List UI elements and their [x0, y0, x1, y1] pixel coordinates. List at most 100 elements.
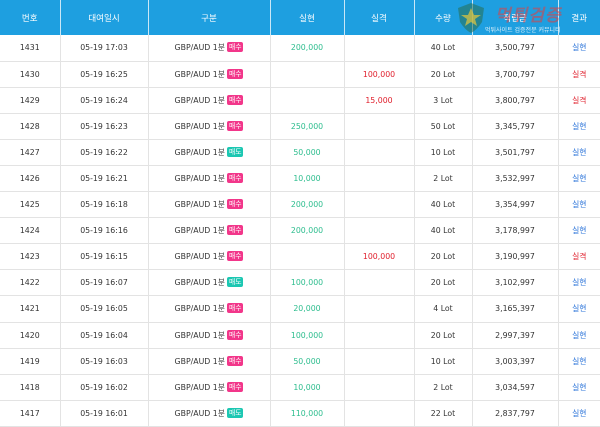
header-amount: 적립금	[472, 0, 559, 35]
row-pair: GBP/AUD 1분	[174, 408, 225, 418]
row-win: 200,000	[270, 191, 345, 219]
row-amount: 2,997,397	[472, 322, 559, 349]
row-quantity: 20 Lot	[414, 269, 473, 297]
row-type: GBP/AUD 1분 매수	[148, 243, 271, 271]
row-result: 실격	[558, 61, 600, 88]
row-pair: GBP/AUD 1분	[174, 226, 225, 236]
direction-badge: 매수	[226, 120, 244, 131]
row-number: 1418	[0, 374, 61, 401]
row-number: 1429	[0, 87, 61, 114]
table-row: 1423 05-19 16:15 GBP/AUD 1분 매수 100,000 20 Lot…	[0, 243, 600, 271]
table-row: 1422 05-19 16:07 GBP/AUD 1분 매도 100,000 20 Lot…	[0, 269, 600, 297]
direction-badge: 매수	[226, 251, 244, 262]
direction-badge: 매수	[226, 199, 244, 210]
row-pair: GBP/AUD 1분	[174, 43, 225, 53]
row-pair: GBP/AUD 1분	[174, 330, 225, 340]
row-loss	[344, 348, 415, 375]
table-row: 1426 05-19 16:21 GBP/AUD 1분 매수 10,000 2 Lot 3,…	[0, 165, 600, 193]
row-pair: GBP/AUD 1분	[174, 174, 225, 184]
row-win: 250,000	[270, 113, 345, 140]
row-quantity: 40 Lot	[414, 191, 473, 219]
header-datetime: 대여일시	[60, 0, 149, 35]
row-number: 1423	[0, 243, 61, 271]
row-type: GBP/AUD 1분 매도	[148, 400, 271, 427]
row-result: 실현	[558, 295, 600, 323]
row-number: 1422	[0, 269, 61, 297]
row-number: 1426	[0, 165, 61, 193]
row-quantity: 40 Lot	[414, 35, 473, 62]
row-loss	[344, 322, 415, 349]
row-amount: 3,003,397	[472, 348, 559, 375]
row-pair: GBP/AUD 1분	[174, 121, 225, 131]
row-number: 1425	[0, 191, 61, 219]
row-result: 실격	[558, 87, 600, 114]
row-quantity: 22 Lot	[414, 400, 473, 427]
row-win: 50,000	[270, 348, 345, 375]
table-row: 1425 05-19 16:18 GBP/AUD 1분 매수 200,000 40 Lot…	[0, 191, 600, 219]
row-quantity: 40 Lot	[414, 217, 473, 245]
row-amount: 3,500,797	[472, 35, 559, 62]
header-win: 실현	[270, 0, 345, 35]
row-type: GBP/AUD 1분 매수	[148, 374, 271, 401]
direction-badge: 매수	[226, 303, 244, 314]
row-loss	[344, 35, 415, 62]
row-datetime: 05-19 16:25	[60, 61, 149, 88]
row-datetime: 05-19 16:04	[60, 322, 149, 349]
row-datetime: 05-19 16:02	[60, 374, 149, 401]
table-row: 1424 05-19 16:16 GBP/AUD 1분 매수 200,000 40 Lot…	[0, 217, 600, 245]
row-result: 실현	[558, 322, 600, 349]
row-result: 실현	[558, 217, 600, 245]
row-datetime: 05-19 16:07	[60, 269, 149, 297]
direction-badge: 매수	[226, 42, 244, 53]
direction-badge: 매도	[226, 146, 244, 157]
row-quantity: 20 Lot	[414, 243, 473, 271]
table-row: 1420 05-19 16:04 GBP/AUD 1분 매수 100,000 20 Lot…	[0, 322, 600, 349]
row-win	[270, 61, 345, 88]
row-amount: 2,837,797	[472, 400, 559, 427]
row-loss	[344, 191, 415, 219]
row-type: GBP/AUD 1분 매수	[148, 165, 271, 193]
direction-badge: 매수	[226, 355, 244, 366]
row-loss: 100,000	[344, 61, 415, 88]
row-amount: 3,700,797	[472, 61, 559, 88]
direction-badge: 매수	[226, 94, 244, 105]
direction-badge: 매도	[226, 277, 244, 288]
row-datetime: 05-19 16:03	[60, 348, 149, 375]
table-row: 1418 05-19 16:02 GBP/AUD 1분 매수 10,000 2 Lot 3,…	[0, 374, 600, 401]
row-quantity: 50 Lot	[414, 113, 473, 140]
row-pair: GBP/AUD 1분	[174, 147, 225, 157]
row-number: 1430	[0, 61, 61, 88]
table-header-row: 번호 대여일시 구분 실현 실격 수량 적립금 결과	[0, 0, 600, 35]
row-result: 실현	[558, 35, 600, 62]
row-datetime: 05-19 16:23	[60, 113, 149, 140]
row-win: 10,000	[270, 165, 345, 193]
row-pair: GBP/AUD 1분	[174, 356, 225, 366]
row-datetime: 05-19 16:15	[60, 243, 149, 271]
row-win: 10,000	[270, 374, 345, 401]
row-pair: GBP/AUD 1분	[174, 382, 225, 392]
row-result: 실현	[558, 165, 600, 193]
row-datetime: 05-19 16:05	[60, 295, 149, 323]
direction-badge: 매수	[226, 68, 244, 79]
row-pair: GBP/AUD 1분	[174, 95, 225, 105]
row-datetime: 05-19 16:24	[60, 87, 149, 114]
row-amount: 3,178,997	[472, 217, 559, 245]
row-result: 실현	[558, 191, 600, 219]
table-row: 1428 05-19 16:23 GBP/AUD 1분 매수 250,000 50 Lot…	[0, 113, 600, 140]
row-number: 1428	[0, 113, 61, 140]
row-pair: GBP/AUD 1분	[174, 304, 225, 314]
row-type: GBP/AUD 1분 매수	[148, 61, 271, 88]
row-amount: 3,190,997	[472, 243, 559, 271]
row-loss: 15,000	[344, 87, 415, 114]
row-result: 실격	[558, 243, 600, 271]
row-quantity: 10 Lot	[414, 139, 473, 166]
row-number: 1421	[0, 295, 61, 323]
row-amount: 3,354,997	[472, 191, 559, 219]
row-amount: 3,034,597	[472, 374, 559, 401]
row-pair: GBP/AUD 1분	[174, 69, 225, 79]
row-loss	[344, 113, 415, 140]
row-result: 실현	[558, 348, 600, 375]
row-win	[270, 87, 345, 114]
table-row: 1419 05-19 16:03 GBP/AUD 1분 매수 50,000 10 Lot 3…	[0, 348, 600, 375]
row-type: GBP/AUD 1분 매도	[148, 269, 271, 297]
